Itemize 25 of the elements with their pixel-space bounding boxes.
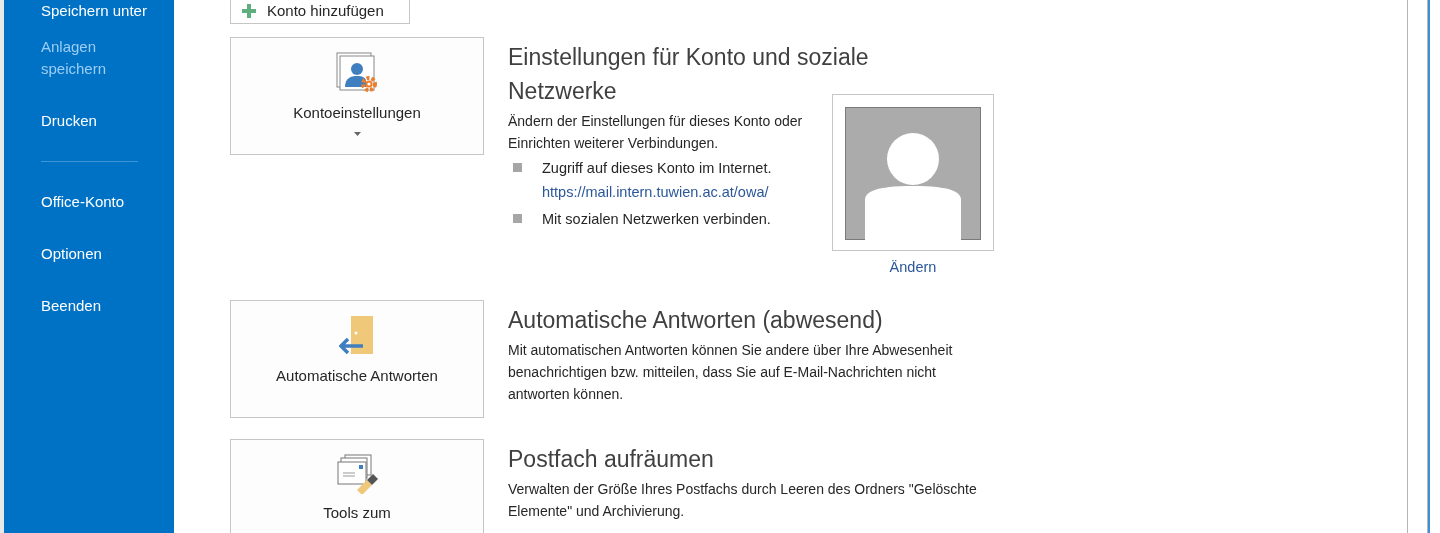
person-gear-icon	[335, 51, 379, 94]
sidebar-item[interactable]: Speichern unter	[41, 0, 151, 22]
sidebar-item[interactable]: Office-Konto	[41, 191, 151, 213]
change-photo-link[interactable]: Ändern	[889, 256, 937, 279]
add-account-button[interactable]: Konto hinzufügen	[230, 0, 410, 24]
caret-icon	[353, 132, 361, 136]
section-heading: Postfach aufräumen	[508, 445, 715, 475]
bullet-icon	[513, 213, 522, 223]
sidebar-item[interactable]: Beenden	[41, 295, 151, 317]
bullet-text: Mit sozialen Netzwerken verbinden.	[542, 209, 771, 229]
plus-icon	[241, 3, 257, 20]
mail-brush-icon	[335, 454, 379, 495]
tile-button[interactable]: Kontoeinstellungen	[230, 36, 484, 155]
account-link[interactable]: https://mail.intern.tuwien.ac.at/owa/	[542, 178, 772, 205]
sidebar-item[interactable]: Optionen	[41, 243, 151, 265]
bullet-text: Zugriff auf dieses Konto im Internet.	[542, 158, 772, 178]
section-description: Mit automatischen Antworten können Sie andere über Ihre Abwesenheit benachrichtigen bzw. mitteilen, dass Sie auf E-Mail-Nachrichten nicht antworten können.	[508, 341, 954, 405]
section-description: Ändern der Einstellungen für dieses Konto oder Einrichten weiterer Verbindungen.	[508, 111, 804, 153]
section-description: Verwalten der Größe Ihres Postfachs durch Leeren des Ordners "Gelöschte Elemente" und Archivierung.	[508, 480, 978, 522]
sidebar-item[interactable]: Drucken	[41, 110, 151, 132]
bullet-icon	[513, 162, 522, 172]
section-heading: Automatische Antworten (abwesend)	[508, 306, 884, 336]
tile-button[interactable]: Automatische Antworten	[230, 300, 484, 419]
section-heading: Einstellungen für Konto und soziale Netzwerke	[508, 42, 870, 106]
tile-button[interactable]: Tools zum	[230, 439, 484, 533]
